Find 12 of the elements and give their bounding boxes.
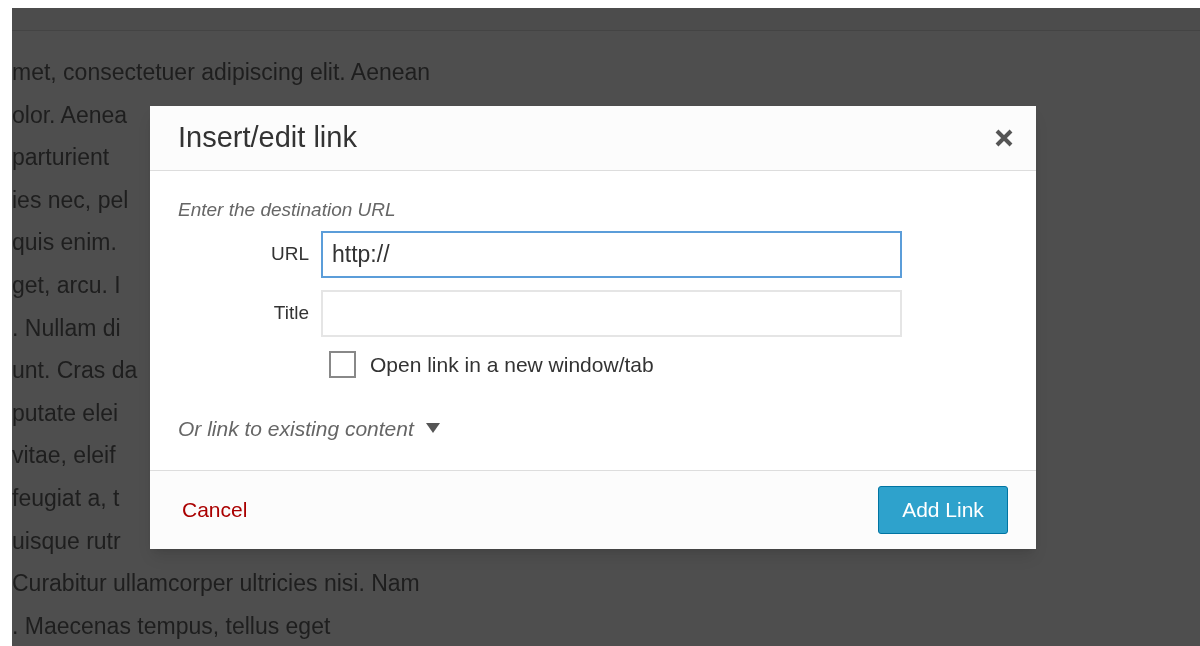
dialog-title: Insert/edit link xyxy=(178,120,357,156)
close-icon[interactable] xyxy=(994,128,1014,148)
text-field[interactable] xyxy=(321,290,902,337)
cancel-link[interactable]: Cancel xyxy=(182,494,248,526)
checkbox[interactable] xyxy=(329,351,356,379)
field-label: URL xyxy=(270,242,310,267)
existing-content-toggle[interactable]: Or link to existing content xyxy=(178,412,440,444)
caret-icon xyxy=(425,423,440,434)
checkbox-label: Open link in a new window/tab xyxy=(370,352,654,378)
text-field[interactable]: http:// xyxy=(321,231,902,278)
field-label: Title xyxy=(272,301,310,326)
instruction-text: Enter the destination URL xyxy=(178,198,397,222)
